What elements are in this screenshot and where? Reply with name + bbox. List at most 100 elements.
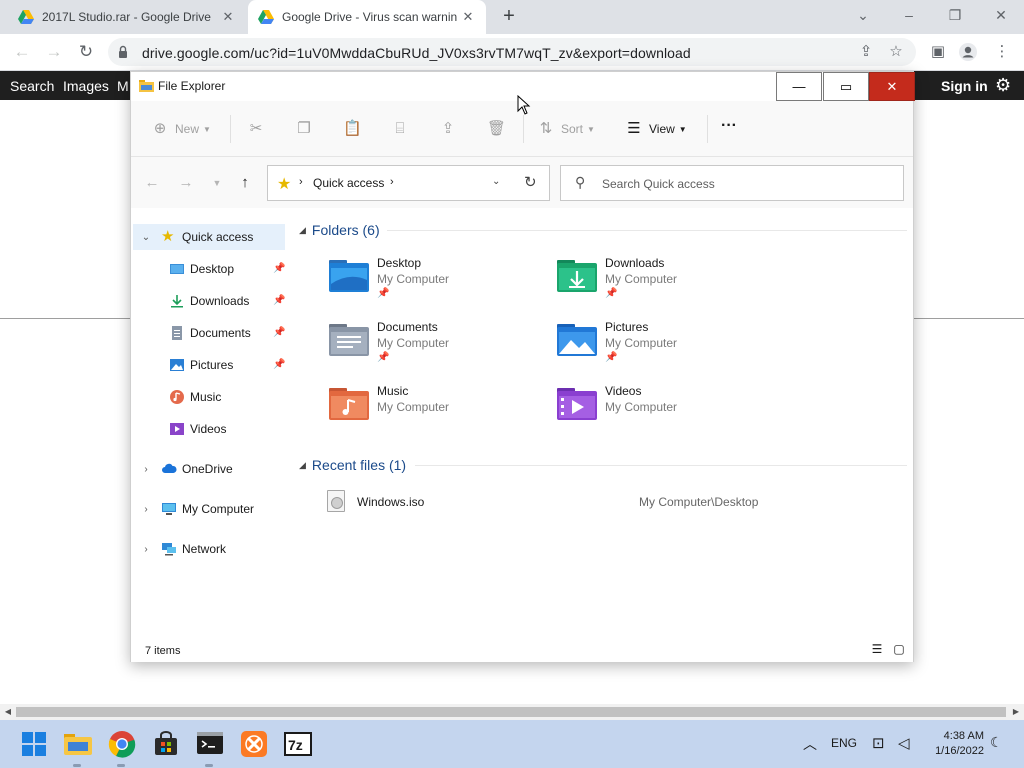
nav-my-computer[interactable]: › My Computer: [139, 496, 287, 522]
nav-downloads[interactable]: Downloads 📌: [169, 288, 287, 314]
see-more-button[interactable]: ···: [721, 117, 737, 135]
share-icon[interactable]: ⇪: [856, 42, 876, 62]
recent-locations-icon[interactable]: ▼: [207, 173, 227, 193]
bookmark-star-icon[interactable]: ☆: [886, 42, 906, 62]
network-icon: [162, 543, 176, 556]
details-view-icon[interactable]: ☰: [870, 642, 884, 656]
scroll-left-icon[interactable]: ◀: [2, 706, 14, 718]
chevron-right-icon[interactable]: ›: [390, 176, 394, 188]
google-drive-icon: [18, 10, 34, 24]
nav-pictures[interactable]: Pictures 📌: [169, 352, 287, 378]
search-link[interactable]: Search: [10, 78, 54, 94]
scroll-right-icon[interactable]: ▶: [1010, 706, 1022, 718]
svg-text:7z: 7z: [288, 737, 303, 753]
forward-button[interactable]: →: [42, 40, 66, 64]
explorer-search-box[interactable]: ⚲ Search Quick access: [560, 165, 904, 201]
folder-tile-videos[interactable]: Videos My Computer: [551, 382, 771, 438]
sort-button[interactable]: ⇅ Sort ▼: [537, 120, 595, 138]
reload-button[interactable]: ↻: [74, 40, 98, 64]
clipboard-icon: 📋: [343, 120, 362, 137]
folders-group-header[interactable]: ◢ Folders (6): [299, 220, 380, 240]
new-button[interactable]: ⊕ New ▼: [151, 120, 211, 138]
explorer-address-bar[interactable]: ★ › Quick access › ⌄ ↻: [267, 165, 550, 201]
new-tab-button[interactable]: +: [498, 6, 520, 28]
start-button[interactable]: [18, 728, 50, 760]
close-window-button[interactable]: ✕: [986, 4, 1016, 26]
tab-search-icon[interactable]: ⌄: [848, 4, 878, 26]
document-icon: [172, 326, 182, 340]
images-link[interactable]: Images: [63, 78, 109, 94]
delete-button[interactable]: 🗑: [487, 120, 511, 138]
view-list-icon: ☰: [627, 120, 641, 137]
folder-tile-documents[interactable]: Documents My Computer 📌: [323, 318, 543, 374]
back-arrow-icon[interactable]: ←: [142, 173, 162, 193]
collapse-triangle-icon[interactable]: ◢: [299, 460, 306, 471]
computer-icon: [162, 503, 176, 515]
more-link[interactable]: M: [117, 78, 129, 94]
paste-button[interactable]: 📋: [343, 120, 367, 138]
forward-arrow-icon[interactable]: →: [176, 173, 196, 193]
explorer-maximize-button[interactable]: ▭: [823, 72, 869, 101]
chevron-down-icon[interactable]: ⌄: [139, 232, 153, 243]
recent-files-group-header[interactable]: ◢ Recent files (1): [299, 455, 406, 475]
address-bar[interactable]: drive.google.com/uc?id=1uV0MwddaCbuRUd_J…: [108, 38, 916, 66]
horizontal-scrollbar[interactable]: ◀ ▶: [0, 704, 1024, 720]
view-button[interactable]: ☰ View ▼: [625, 120, 686, 138]
chevron-right-icon[interactable]: ›: [139, 464, 153, 475]
taskbar-xampp[interactable]: [238, 728, 270, 760]
taskbar-chrome[interactable]: [106, 728, 138, 767]
browser-tab-2[interactable]: Google Drive - Virus scan warnin ✕: [248, 0, 486, 34]
chevron-right-icon[interactable]: ›: [139, 544, 153, 555]
restore-button[interactable]: ❐: [940, 4, 970, 26]
gear-icon[interactable]: ⚙: [995, 75, 1011, 96]
language-indicator[interactable]: ENG: [831, 736, 857, 750]
chevron-right-icon[interactable]: ›: [139, 504, 153, 515]
explorer-close-button[interactable]: ✕: [869, 72, 915, 101]
cut-button[interactable]: ✂: [247, 120, 271, 138]
rename-button[interactable]: ⌸: [391, 120, 415, 138]
chevron-down-icon[interactable]: ⌄: [492, 176, 500, 187]
refresh-icon[interactable]: ↻: [524, 173, 537, 191]
pin-icon: 📌: [605, 288, 618, 299]
breadcrumb-quick-access[interactable]: Quick access: [313, 176, 384, 190]
volume-icon[interactable]: ◁: [898, 734, 910, 752]
profile-avatar[interactable]: [958, 42, 978, 62]
nav-desktop[interactable]: Desktop 📌: [169, 256, 287, 282]
recent-file-row[interactable]: Windows.iso My Computer\Desktop: [327, 490, 887, 514]
folder-tile-desktop[interactable]: Desktop My Computer 📌: [323, 254, 543, 310]
taskbar-file-explorer[interactable]: [62, 728, 94, 767]
taskbar-store[interactable]: [150, 728, 182, 760]
back-button[interactable]: ←: [10, 40, 34, 64]
folder-tile-downloads[interactable]: Downloads My Computer 📌: [551, 254, 771, 310]
sign-in-link[interactable]: Sign in: [941, 78, 988, 94]
folder-tile-pictures[interactable]: Pictures My Computer 📌: [551, 318, 771, 374]
collapse-triangle-icon[interactable]: ◢: [299, 225, 306, 236]
nav-onedrive[interactable]: › OneDrive: [139, 456, 287, 482]
close-icon[interactable]: ✕: [220, 9, 236, 25]
close-icon[interactable]: ✕: [460, 9, 476, 25]
nav-videos[interactable]: Videos: [169, 416, 287, 442]
nav-documents[interactable]: Documents 📌: [169, 320, 287, 346]
nav-quick-access[interactable]: ⌄ ★ Quick access: [133, 224, 285, 250]
nav-network[interactable]: › Network: [139, 536, 287, 562]
folder-tile-music[interactable]: Music My Computer: [323, 382, 543, 438]
explorer-minimize-button[interactable]: —: [776, 72, 822, 101]
copy-button[interactable]: ❐: [295, 120, 319, 138]
menu-icon[interactable]: ⋮: [992, 42, 1012, 62]
chevron-up-icon[interactable]: ︿: [803, 734, 817, 754]
scrollbar-thumb[interactable]: [16, 707, 1006, 717]
nav-music[interactable]: Music: [169, 384, 287, 410]
side-panel-icon[interactable]: ▣: [928, 42, 948, 62]
network-icon[interactable]: ⊡: [872, 734, 885, 752]
cloud-icon: [162, 463, 177, 473]
browser-tab-1[interactable]: 2017L Studio.rar - Google Drive ✕: [8, 0, 246, 34]
notifications-moon-icon[interactable]: ☾: [990, 734, 1003, 751]
minimize-button[interactable]: –: [894, 4, 924, 26]
up-arrow-icon[interactable]: ↑: [235, 173, 255, 193]
divider: [523, 115, 524, 143]
taskbar-terminal[interactable]: [194, 728, 226, 767]
tiles-view-icon[interactable]: ▢: [892, 642, 906, 656]
share-button[interactable]: ⇪: [439, 120, 463, 138]
system-clock[interactable]: 4:38 AM 1/16/2022: [924, 729, 984, 759]
taskbar-7zip[interactable]: 7z: [282, 728, 314, 760]
